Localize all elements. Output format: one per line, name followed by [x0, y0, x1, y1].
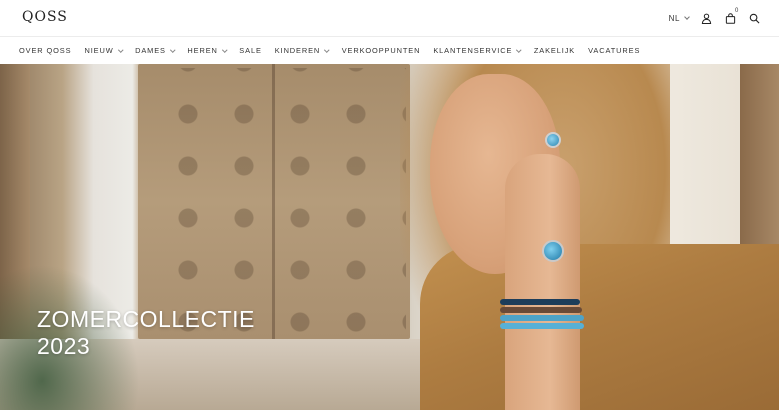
chevron-down-icon [222, 47, 228, 52]
language-label: NL [668, 13, 680, 23]
bracelet [500, 315, 584, 321]
nav-label: KLANTENSERVICE [433, 46, 513, 55]
nav-label: SALE [239, 46, 262, 55]
hero-model-arm [505, 154, 580, 410]
nav-label: NIEUW [84, 46, 114, 55]
user-icon[interactable] [699, 11, 713, 25]
nav-item-sale[interactable]: SALE [239, 46, 262, 55]
nav-item-kinderen[interactable]: KINDEREN [274, 46, 330, 55]
chevron-down-icon [684, 14, 690, 20]
nav-label: ZAKELIJK [533, 46, 576, 55]
hero-title-line1: ZOMERCOLLECTIE [37, 306, 255, 332]
logo[interactable]: QOSS [22, 9, 68, 25]
ring [545, 132, 561, 148]
nav-item-nieuw[interactable]: NIEUW [84, 46, 123, 55]
nav-label: DAMES [135, 46, 166, 55]
main-navigation: OVER QOSS NIEUW DAMES HEREN SALE KINDERE… [0, 37, 779, 64]
hero-title-line2: 2023 [37, 333, 91, 359]
chevron-down-icon [170, 47, 176, 52]
chevron-down-icon [516, 47, 522, 52]
bracelet [500, 299, 580, 305]
nav-item-verkooppunten[interactable]: VERKOOPPUNTEN [342, 46, 421, 55]
nav-label: HEREN [187, 46, 218, 55]
language-selector[interactable]: NL [668, 13, 690, 23]
hero-title[interactable]: ZOMERCOLLECTIE 2023 [37, 306, 255, 360]
cart-count: 0 [735, 8, 739, 14]
nav-item-zakelijk[interactable]: ZAKELIJK [534, 46, 575, 55]
bracelet [500, 307, 582, 313]
nav-item-klantenservice[interactable]: KLANTENSERVICE [433, 46, 522, 55]
nav-item-vacatures[interactable]: VACATURES [588, 46, 640, 55]
search-icon[interactable] [747, 11, 761, 25]
bracelet [500, 323, 584, 329]
shopping-bag-icon[interactable]: 0 [723, 8, 739, 25]
nav-label: VERKOOPPUNTEN [341, 46, 421, 55]
nav-label: OVER QOSS [19, 46, 72, 55]
hero-door-image [138, 64, 410, 339]
site-header: QOSS NL 0 [0, 0, 779, 37]
chevron-down-icon [117, 47, 123, 52]
nav-item-heren[interactable]: HEREN [187, 46, 228, 55]
nav-label: VACATURES [588, 46, 641, 55]
nav-label: KINDEREN [274, 46, 321, 55]
nav-item-dames[interactable]: DAMES [135, 46, 176, 55]
hero-banner[interactable]: ZOMERCOLLECTIE 2023 [0, 64, 779, 410]
chevron-down-icon [324, 47, 330, 52]
nav-item-over-qoss[interactable]: OVER QOSS [19, 46, 71, 55]
bracelet-gem [542, 240, 564, 262]
header-actions: NL 0 [668, 8, 761, 26]
